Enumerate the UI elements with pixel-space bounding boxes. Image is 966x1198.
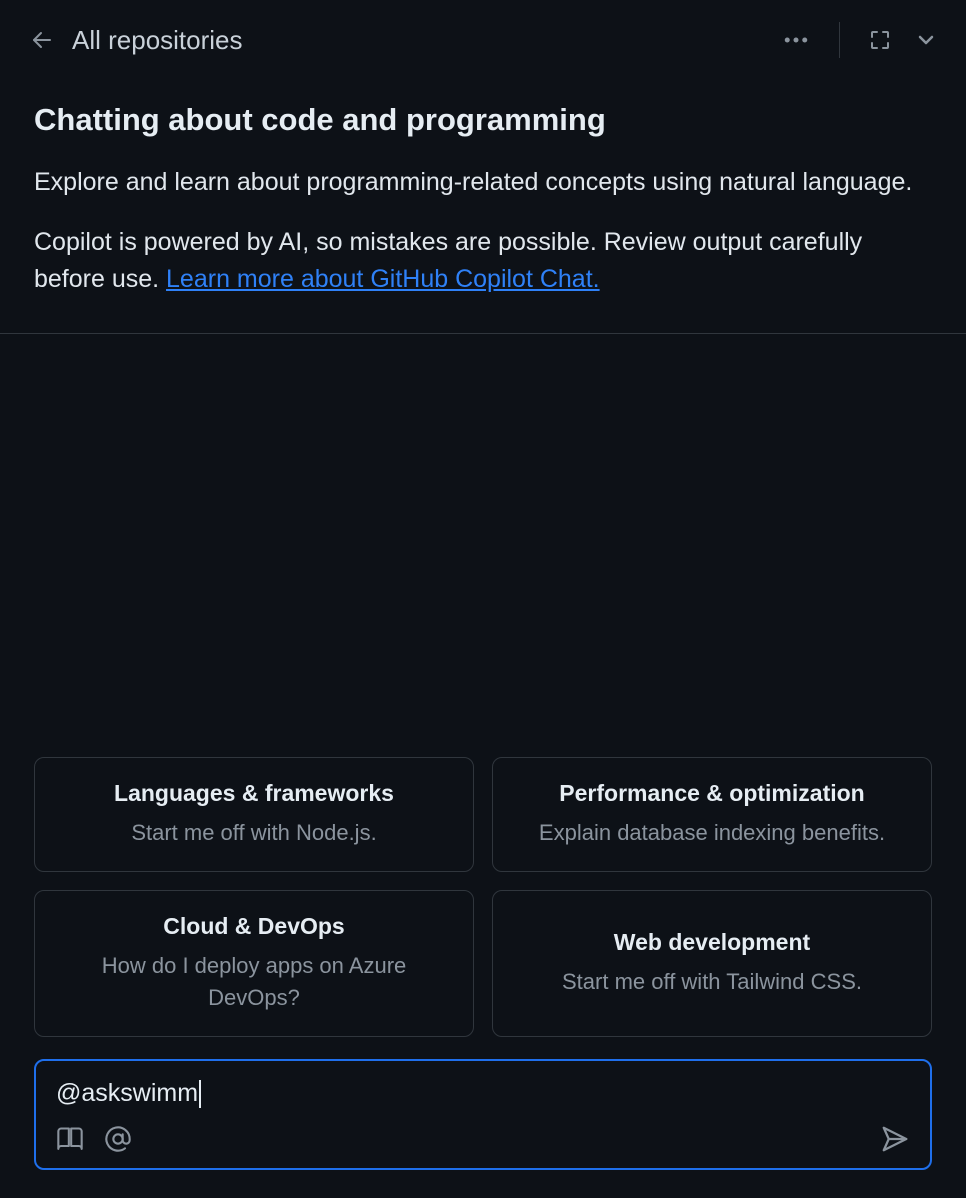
suggestion-grid: Languages & frameworks Start me off with… [0, 757, 966, 1059]
send-icon[interactable] [880, 1124, 910, 1154]
chat-input-value: @askswimm [56, 1079, 198, 1108]
chat-panel: All repositories [0, 0, 966, 1198]
chat-input-area[interactable]: @askswimm [34, 1059, 932, 1170]
intro-paragraph-1: Explore and learn about programming-rela… [34, 164, 932, 202]
chat-input[interactable]: @askswimm [56, 1079, 910, 1108]
chevron-down-icon[interactable] [914, 28, 938, 52]
at-mention-icon[interactable] [104, 1125, 132, 1153]
suggestion-desc: Start me off with Node.js. [55, 817, 453, 849]
spacer [0, 334, 966, 758]
suggestion-title: Cloud & DevOps [55, 913, 453, 940]
header-actions [781, 22, 938, 58]
header-divider [839, 22, 840, 58]
suggestion-title: Web development [513, 929, 911, 956]
kebab-menu-icon[interactable] [781, 25, 811, 55]
suggestion-title: Languages & frameworks [55, 780, 453, 807]
header-title[interactable]: All repositories [72, 25, 771, 56]
suggestion-desc: How do I deploy apps on Azure DevOps? [55, 950, 453, 1014]
text-cursor [199, 1080, 201, 1108]
back-arrow-icon[interactable] [28, 26, 56, 54]
intro-section: Chatting about code and programming Expl… [0, 72, 966, 334]
learn-more-link[interactable]: Learn more about GitHub Copilot Chat. [166, 265, 600, 293]
book-icon[interactable] [56, 1125, 84, 1153]
intro-title: Chatting about code and programming [34, 102, 932, 138]
suggestion-card-web[interactable]: Web development Start me off with Tailwi… [492, 890, 932, 1037]
suggestion-card-cloud[interactable]: Cloud & DevOps How do I deploy apps on A… [34, 890, 474, 1037]
suggestion-title: Performance & optimization [513, 780, 911, 807]
suggestion-card-performance[interactable]: Performance & optimization Explain datab… [492, 757, 932, 872]
suggestion-card-languages[interactable]: Languages & frameworks Start me off with… [34, 757, 474, 872]
chat-input-toolbar [56, 1124, 910, 1154]
header-bar: All repositories [0, 0, 966, 72]
suggestion-desc: Explain database indexing benefits. [513, 817, 911, 849]
intro-paragraph-2: Copilot is powered by AI, so mistakes ar… [34, 224, 932, 299]
suggestion-desc: Start me off with Tailwind CSS. [513, 966, 911, 998]
expand-icon[interactable] [868, 28, 892, 52]
